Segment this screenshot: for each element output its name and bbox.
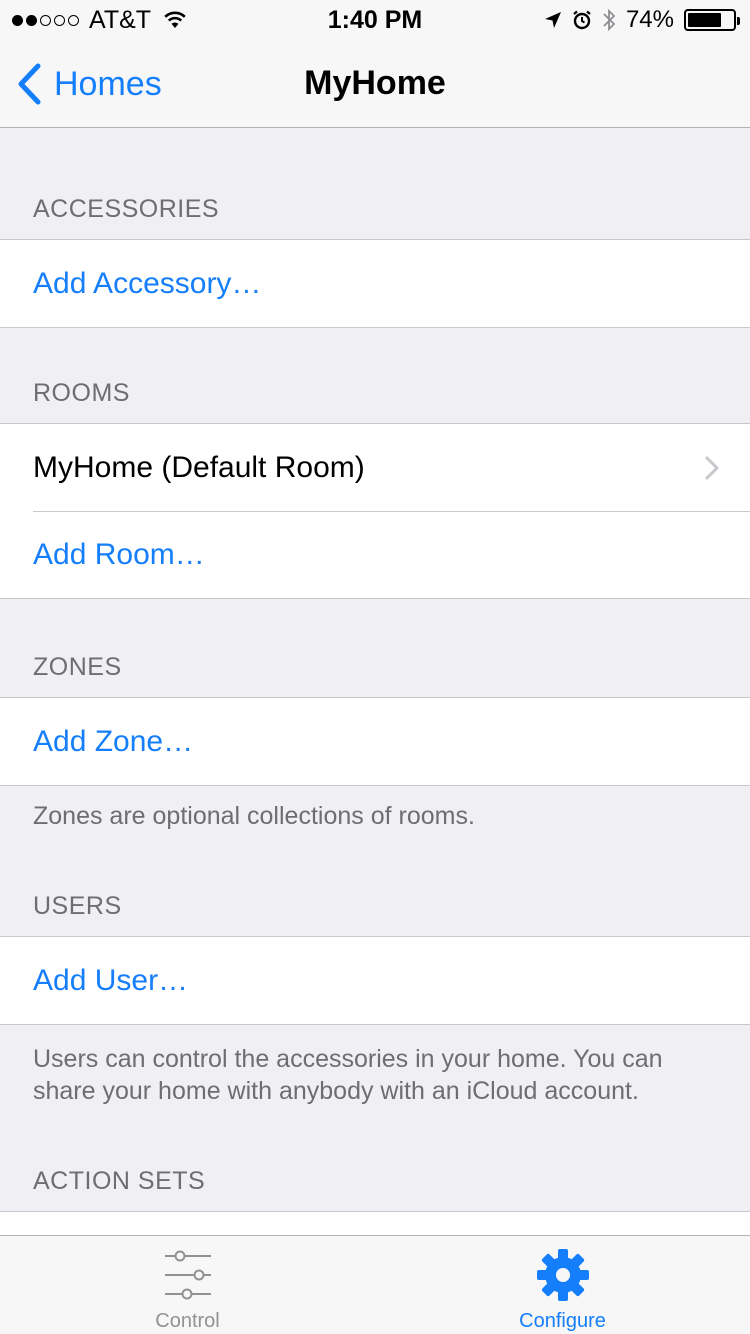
tab-bar: Control Configure [0, 1235, 750, 1334]
accessories-group: Add Accessory… [0, 239, 750, 328]
status-right: 74% [544, 6, 740, 34]
action-sets-group [0, 1211, 750, 1235]
add-zone-button[interactable]: Add Zone… [0, 698, 750, 785]
add-room-button[interactable]: Add Room… [0, 511, 750, 598]
tab-control-label: Control [155, 1310, 220, 1332]
bluetooth-icon [603, 8, 616, 32]
section-header-zones: ZONES [33, 653, 122, 681]
battery-icon [684, 9, 740, 31]
battery-percent: 74% [625, 6, 674, 33]
tab-configure[interactable]: Configure [375, 1236, 750, 1334]
room-row-default[interactable]: MyHome (Default Room) [0, 424, 750, 511]
chevron-right-icon [705, 456, 719, 480]
section-header-action-sets: ACTION SETS [33, 1167, 206, 1195]
add-user-button[interactable]: Add User… [0, 937, 750, 1024]
tab-control[interactable]: Control [0, 1236, 375, 1334]
section-header-users: USERS [33, 892, 122, 920]
battery-fill [688, 13, 721, 27]
users-footer: Users can control the accessories in you… [33, 1045, 663, 1105]
navigation-bar: Homes MyHome [0, 40, 750, 128]
users-group: Add User… [0, 936, 750, 1025]
room-name: MyHome (Default Room) [33, 450, 365, 484]
zones-footer: Zones are optional collections of rooms. [33, 802, 475, 830]
add-accessory-button[interactable]: Add Accessory… [0, 240, 750, 327]
page-title: MyHome [304, 64, 446, 102]
rooms-group: MyHome (Default Room) Add Room… [0, 423, 750, 599]
location-arrow-icon [544, 12, 561, 28]
tab-configure-label: Configure [519, 1310, 606, 1332]
alarm-clock-icon [573, 10, 591, 30]
status-bar: AT&T 1:40 PM 74% [0, 0, 750, 40]
zones-group: Add Zone… [0, 697, 750, 786]
section-header-accessories: ACCESSORIES [33, 195, 220, 223]
sliders-icon [164, 1250, 211, 1300]
gear-icon [536, 1249, 589, 1301]
section-header-rooms: ROOMS [33, 379, 130, 407]
settings-list[interactable]: ACCESSORIES Add Accessory… ROOMS MyHome … [0, 129, 750, 1235]
